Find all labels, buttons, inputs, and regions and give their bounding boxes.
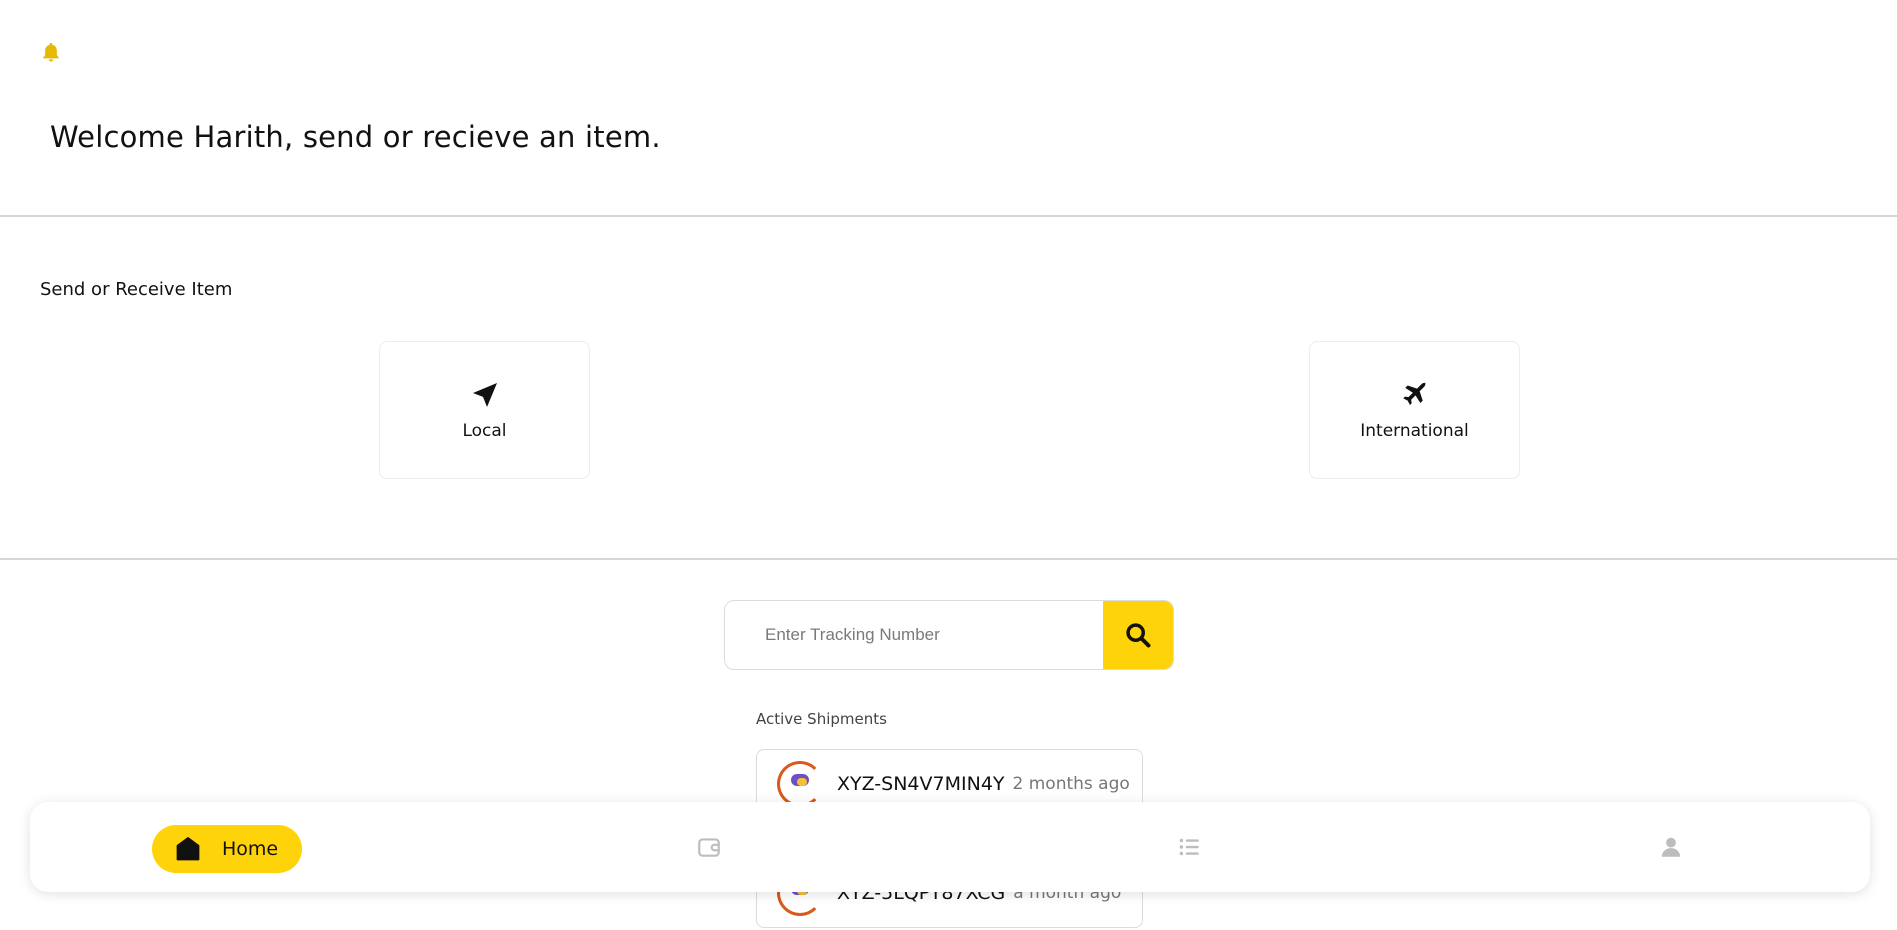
tracking-search-bar (724, 600, 1174, 670)
local-option-label: Local (462, 421, 507, 441)
search-button[interactable] (1103, 601, 1173, 669)
international-option-card[interactable]: International (1309, 341, 1520, 479)
airplane-icon (1402, 382, 1426, 405)
bell-icon[interactable] (40, 41, 62, 63)
shipment-id: XYZ-SN4V7MIN4Y (837, 773, 1005, 795)
divider (0, 215, 1897, 217)
navigation-arrow-icon (472, 383, 497, 407)
shipment-time: 2 months ago (1012, 774, 1130, 794)
divider (0, 558, 1897, 560)
active-shipments-title: Active Shipments (756, 710, 887, 728)
search-icon (1126, 623, 1151, 648)
nav-home-button[interactable]: Home (152, 825, 302, 873)
local-option-card[interactable]: Local (379, 341, 590, 479)
nav-home-label: Home (222, 838, 279, 860)
home-icon (176, 837, 200, 861)
section-title: Send or Receive Item (40, 279, 233, 300)
bottom-nav-bar: Home (30, 802, 1870, 892)
user-icon[interactable] (1658, 834, 1684, 860)
international-option-label: International (1360, 421, 1469, 441)
wallet-icon[interactable] (696, 834, 722, 860)
welcome-heading: Welcome Harith, send or recieve an item. (50, 120, 661, 154)
list-icon[interactable] (1176, 834, 1202, 860)
shipment-avatar (777, 761, 823, 807)
tracking-number-input[interactable] (725, 601, 1103, 669)
